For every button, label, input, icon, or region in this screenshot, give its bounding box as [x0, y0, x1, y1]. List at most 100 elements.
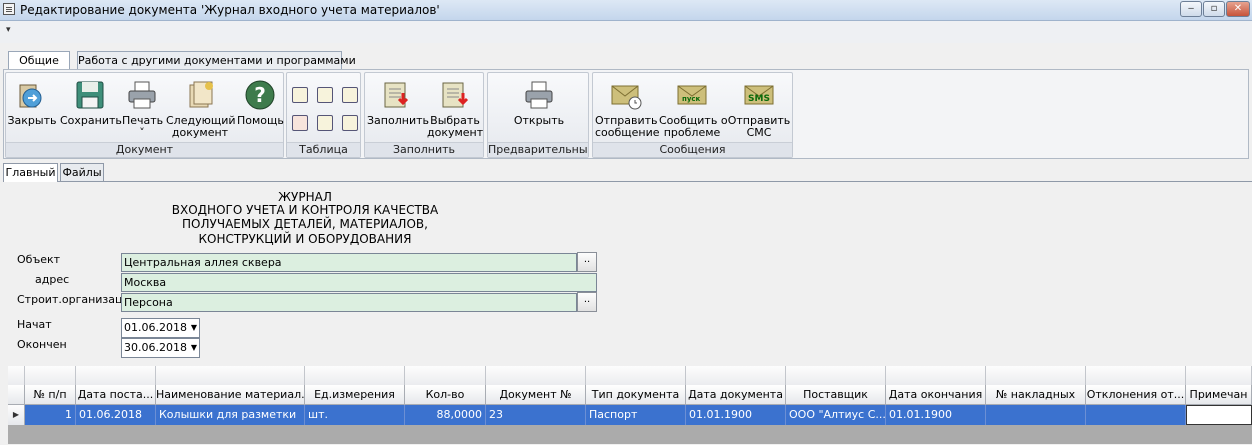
fill-button-label: Заполнить: [367, 114, 429, 127]
grid-header-col-waybill[interactable]: № накладных: [986, 385, 1086, 405]
grid-cell-col-end-date[interactable]: 01.01.1900: [886, 405, 986, 425]
envelope-sms-icon: SMS: [743, 79, 775, 111]
delete-row-icon[interactable]: [292, 115, 308, 131]
grid-cell-col-receipt-date[interactable]: 01.06.2018: [76, 405, 156, 425]
object-browse-button[interactable]: ..: [577, 252, 597, 272]
grid-cell-col-number[interactable]: 1: [25, 405, 76, 425]
svg-text:?: ?: [254, 83, 266, 107]
next-document-label-2: документ: [171, 126, 229, 139]
chevron-down-icon[interactable]: ▼: [191, 319, 197, 337]
grid-cell-col-supplier[interactable]: ООО "Алтиус С...: [786, 405, 886, 425]
copy-row-icon[interactable]: [342, 87, 358, 103]
send-message-button[interactable]: Отправить сообщение: [595, 73, 660, 139]
send-sms-button[interactable]: SMS Отправить СМС: [727, 73, 791, 139]
grid-header-col-quantity[interactable]: Кол-во: [405, 385, 486, 405]
help-icon: ?: [244, 79, 276, 111]
grid-header-col-deviation[interactable]: Отклонения от...: [1086, 385, 1186, 405]
choose-document-icon: [439, 79, 471, 111]
grid-top-band: [405, 366, 486, 385]
object-field[interactable]: Центральная аллея сквера: [121, 253, 577, 272]
grid-header-col-end-date[interactable]: Дата окончания: [886, 385, 986, 405]
grid-cell-col-doc-number[interactable]: 23: [486, 405, 586, 425]
grid-header-col-note[interactable]: Примечан: [1186, 385, 1252, 405]
group-caption-table: Таблица: [287, 142, 360, 157]
tab-main[interactable]: Главный: [3, 163, 58, 182]
note-cell-editor[interactable]: [1186, 405, 1252, 425]
grid-top-band: [1086, 366, 1186, 385]
organization-label: Строит.организация: [17, 293, 137, 306]
row-selector-icon[interactable]: ▶: [8, 405, 25, 425]
journal-title-line-4: КОНСТРУКЦИЙ И ОБОРУДОВАНИЯ: [198, 232, 412, 246]
send-sms-label-2: СМС: [746, 126, 772, 139]
group-caption-fill: Заполнить: [365, 142, 483, 157]
insert-row-icon[interactable]: [317, 87, 333, 103]
quick-access-toolbar: [0, 21, 1252, 43]
report-problem-button[interactable]: пуск Сообщить о проблеме: [659, 73, 728, 139]
grid-cell-col-quantity[interactable]: 88,0000: [405, 405, 486, 425]
ribbon-tab-general[interactable]: Общие: [8, 51, 70, 71]
window-icon[interactable]: [3, 3, 15, 15]
fill-button[interactable]: Заполнить: [367, 73, 429, 127]
next-document-icon: [184, 79, 216, 111]
start-date-picker[interactable]: 01.06.2018 ▼: [121, 318, 200, 338]
grid-corner: [8, 385, 25, 405]
object-label: Объект: [17, 253, 61, 266]
tab-files[interactable]: Файлы: [60, 163, 104, 181]
grid-top-band: [25, 366, 76, 385]
end-date-label: Окончен: [17, 338, 67, 351]
open-preview-label: Открыть: [513, 114, 565, 127]
ribbon-group-table: Таблица: [286, 72, 361, 158]
grid-header-col-doc-date[interactable]: Дата документа: [686, 385, 786, 405]
quick-access-menu-icon[interactable]: ▾: [6, 25, 11, 35]
grid-top-band: [686, 366, 786, 385]
grid-header-col-receipt-date[interactable]: Дата поста...: [76, 385, 156, 405]
grid-cell-col-doc-type[interactable]: Паспорт: [586, 405, 686, 425]
grid-top-band-corner: [8, 366, 25, 385]
ribbon-group-messages: Отправить сообщение пуск Сообщить о проб…: [592, 72, 793, 158]
save-button-label: Сохранить: [60, 114, 122, 127]
end-date-value: 30.06.2018: [124, 341, 187, 354]
grid-top-band: [586, 366, 686, 385]
report-problem-label-2: проблеме: [663, 126, 721, 139]
grid-cell-col-deviation[interactable]: [1086, 405, 1186, 425]
printer-preview-icon: [523, 79, 555, 111]
window-title: Редактирование документа 'Журнал входног…: [20, 3, 440, 17]
open-preview-button[interactable]: Открыть: [508, 73, 570, 127]
journal-title-line-1: ЖУРНАЛ: [278, 190, 332, 204]
minimize-button[interactable]: ‒: [1180, 1, 1202, 17]
next-document-button[interactable]: Следующий документ: [166, 73, 236, 139]
grid-cell-col-unit[interactable]: шт.: [305, 405, 405, 425]
end-date-picker[interactable]: 30.06.2018 ▼: [121, 338, 200, 358]
close-button[interactable]: Закрыть: [6, 73, 58, 127]
grid-top-band: [76, 366, 156, 385]
organization-browse-button[interactable]: ..: [577, 292, 597, 312]
grid-cell-col-doc-date[interactable]: 01.01.1900: [686, 405, 786, 425]
floppy-disk-icon: [74, 79, 106, 111]
address-field[interactable]: Москва: [121, 273, 597, 292]
table-settings-icon[interactable]: [342, 115, 358, 131]
help-button-label: Помощь: [237, 114, 284, 127]
chevron-down-icon[interactable]: ▼: [191, 339, 197, 357]
maximize-button[interactable]: ▫: [1203, 1, 1225, 17]
grid-cell-col-material-name[interactable]: Колышки для разметки: [156, 405, 305, 425]
grid-header-col-material-name[interactable]: Наименование материал...: [156, 385, 305, 405]
ribbon-group-document: Закрыть Сохранить Печать ˅ Следующий док…: [5, 72, 284, 158]
print-button[interactable]: Печать ˅: [122, 73, 163, 139]
grid-header-col-doc-type[interactable]: Тип документа: [586, 385, 686, 405]
ribbon-group-preview: Открыть Предварительны...: [487, 72, 589, 158]
help-button[interactable]: ? Помощь: [237, 73, 284, 127]
grid-top-band: [486, 366, 586, 385]
choose-document-button[interactable]: Выбрать документ: [427, 73, 483, 139]
grid-header-col-number[interactable]: № п/п: [25, 385, 76, 405]
save-button[interactable]: Сохранить: [60, 73, 122, 127]
close-window-button[interactable]: ✕: [1226, 1, 1250, 17]
ribbon-group-fill: Заполнить Выбрать документ Заполнить: [364, 72, 484, 158]
grid-header-col-doc-number[interactable]: Документ №: [486, 385, 586, 405]
grid-header-col-unit[interactable]: Ед.измерения: [305, 385, 405, 405]
grid-cell-col-waybill[interactable]: [986, 405, 1086, 425]
move-row-up-icon[interactable]: [317, 115, 333, 131]
grid-header-col-supplier[interactable]: Поставщик: [786, 385, 886, 405]
organization-field[interactable]: Персона: [121, 293, 577, 312]
add-row-icon[interactable]: [292, 87, 308, 103]
ribbon-tab-other-docs[interactable]: Работа с другими документами и программа…: [77, 51, 356, 69]
